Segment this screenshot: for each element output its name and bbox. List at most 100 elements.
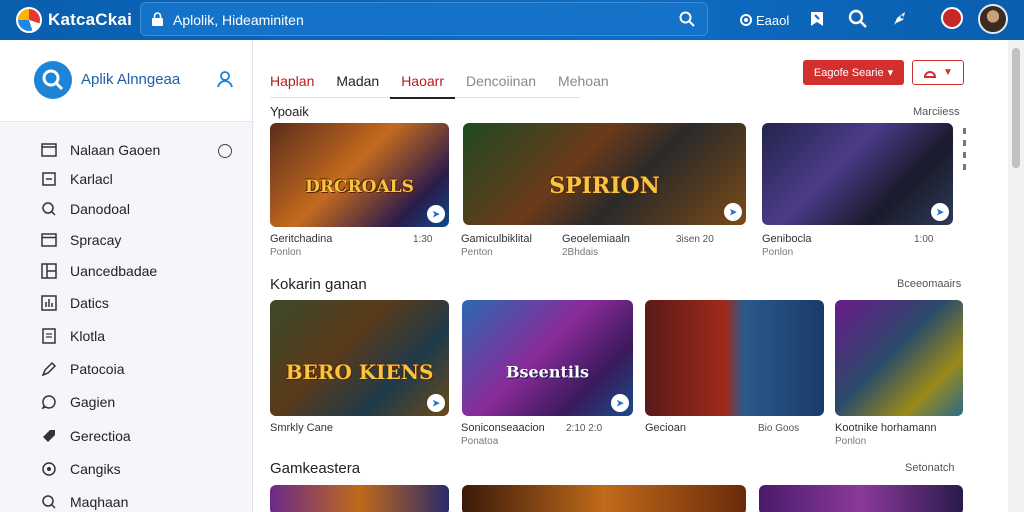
sidebar-item-label: Gagien [70,394,116,410]
carousel-indicator[interactable] [963,128,967,176]
sidebar-item-9[interactable]: Gerectioa [40,424,131,448]
account-label[interactable]: Eaaol [756,13,789,28]
search-input[interactable] [173,9,653,31]
game-card[interactable]: Bseentils ➤ [462,300,633,416]
card-subtitle: Ponlon [270,247,302,258]
account-menu[interactable]: Eaaol [740,10,789,30]
game-card[interactable] [462,485,746,512]
card-art-title: DRCROALS [305,177,414,198]
sidebar-item-10[interactable]: Cangiks [40,457,121,481]
card-title[interactable]: Genibocla [762,233,812,245]
folder-icon [40,141,58,159]
search-bar[interactable] [140,2,708,36]
card-subtitle: Penton [461,247,493,258]
search-icon [40,493,58,511]
sidebar-item-label: Nalaan Gaoen [70,142,161,158]
card-art-title: SPIRION [549,173,660,200]
search-icon[interactable] [848,9,867,28]
chevron-down-icon: ▾ [887,67,894,79]
card-duration: 1:30 [413,234,433,245]
primary-button-label: Eagofe Searie [813,66,884,79]
brand-name[interactable]: KatcaCkai [48,10,132,30]
edit-box-icon [40,170,58,188]
sidebar-item-4[interactable]: Uancedbadae [40,259,157,283]
game-card[interactable] [759,485,963,512]
card-title[interactable]: Geoelemiaaln [562,233,630,245]
record-icon [740,14,752,26]
sidebar-item-label: Uancedbadae [70,263,158,279]
notification-avatar[interactable] [941,7,963,29]
card-duration: Bio Goos [758,423,800,434]
sidebar-title[interactable]: Aplik Alnngeaa [81,71,180,88]
user-avatar[interactable] [978,4,1008,34]
sidebar-item-5[interactable]: Datics [40,291,109,315]
search-icon [42,69,64,91]
see-more-link[interactable]: Bceeomaairs [897,278,961,290]
play-badge-icon: ➤ [427,205,445,223]
notification-dropdown-button[interactable]: ▼ [912,60,964,85]
user-icon[interactable] [216,70,234,88]
card-duration: 2:10 2:0 [566,423,603,434]
sidebar-item-0[interactable]: Nalaan Gaoen [40,138,160,162]
rocket-icon[interactable] [890,9,910,29]
sidebar-item-label: Datics [70,295,109,311]
bookmark-icon[interactable] [808,10,826,28]
tag-icon [40,427,58,445]
card-title[interactable]: Soniconseaacion [461,422,545,434]
tab-0[interactable]: Haplan [270,64,325,98]
clock-icon [40,460,58,478]
play-badge-icon: ➤ [427,394,445,412]
see-more-link[interactable]: Marciiess [913,106,959,118]
game-card[interactable]: DRCROALS ➤ [270,123,449,227]
top-bar: KatcaCkai Eaaol [0,0,1024,40]
game-card[interactable] [270,485,449,512]
tab-4[interactable]: Mehoan [547,64,620,98]
game-card[interactable]: SPIRION ➤ [463,123,746,225]
sidebar-item-label: Danodoal [70,201,130,217]
sidebar-item-1[interactable]: Karlacl [40,167,113,191]
sidebar-item-3[interactable]: Spracay [40,228,121,252]
pencil-icon [40,360,58,378]
sidebar-item-8[interactable]: Gagien [40,390,115,414]
game-card[interactable] [645,300,824,416]
game-card[interactable]: ➤ [762,123,953,225]
sidebar: Aplik Alnngeaa Nalaan Gaoen Karlacl Dano… [0,40,253,512]
app-logo-icon[interactable] [34,61,72,99]
sidebar-item-label: Klotla [70,328,106,344]
card-title[interactable]: Gecioan [645,422,686,434]
card-title[interactable]: Gamiculbiklital [461,233,532,245]
sidebar-item-label: Maqhaan [70,494,129,510]
card-subtitle: Ponlon [762,247,794,258]
card-subtitle: 2Bhdais [562,247,599,258]
section-title: Ypoaik [270,104,309,119]
search-icon[interactable] [679,11,695,27]
card-title[interactable]: Smrkly Cane [270,422,333,434]
play-badge-icon: ➤ [931,203,949,221]
game-card[interactable] [835,300,963,416]
sidebar-item-2[interactable]: Danodoal [40,197,130,221]
window-icon [40,231,58,249]
grid-icon [40,262,58,280]
sidebar-item-11[interactable]: Maqhaan [40,490,128,512]
sidebar-item-label: Cangiks [70,461,121,477]
see-more-link[interactable]: Setonatch [905,462,955,474]
chat-icon [40,393,58,411]
vertical-scrollbar[interactable] [1008,40,1024,512]
brand-logo-icon[interactable] [16,7,42,33]
card-title[interactable]: Geritchadina [270,233,332,245]
tab-2[interactable]: Haoarr [390,64,455,99]
tab-3[interactable]: Dencoiinan [455,64,547,98]
chart-icon [40,294,58,312]
play-badge-icon: ➤ [724,203,742,221]
scrollbar-thumb[interactable] [1012,48,1020,168]
sidebar-item-7[interactable]: Patocoia [40,357,124,381]
notification-icon [924,70,937,78]
game-card[interactable]: BERO KIENS ➤ [270,300,449,416]
sidebar-item-6[interactable]: Klotla [40,324,105,348]
card-duration: 1:00 [914,234,934,245]
sidebar-item-label: Spracay [70,232,122,248]
tab-1[interactable]: Madan [325,64,390,98]
card-title[interactable]: Kootnike horhamann [835,422,937,434]
radio-toggle[interactable] [218,144,232,158]
primary-dropdown-button[interactable]: Eagofe Searie ▾ [803,60,904,85]
